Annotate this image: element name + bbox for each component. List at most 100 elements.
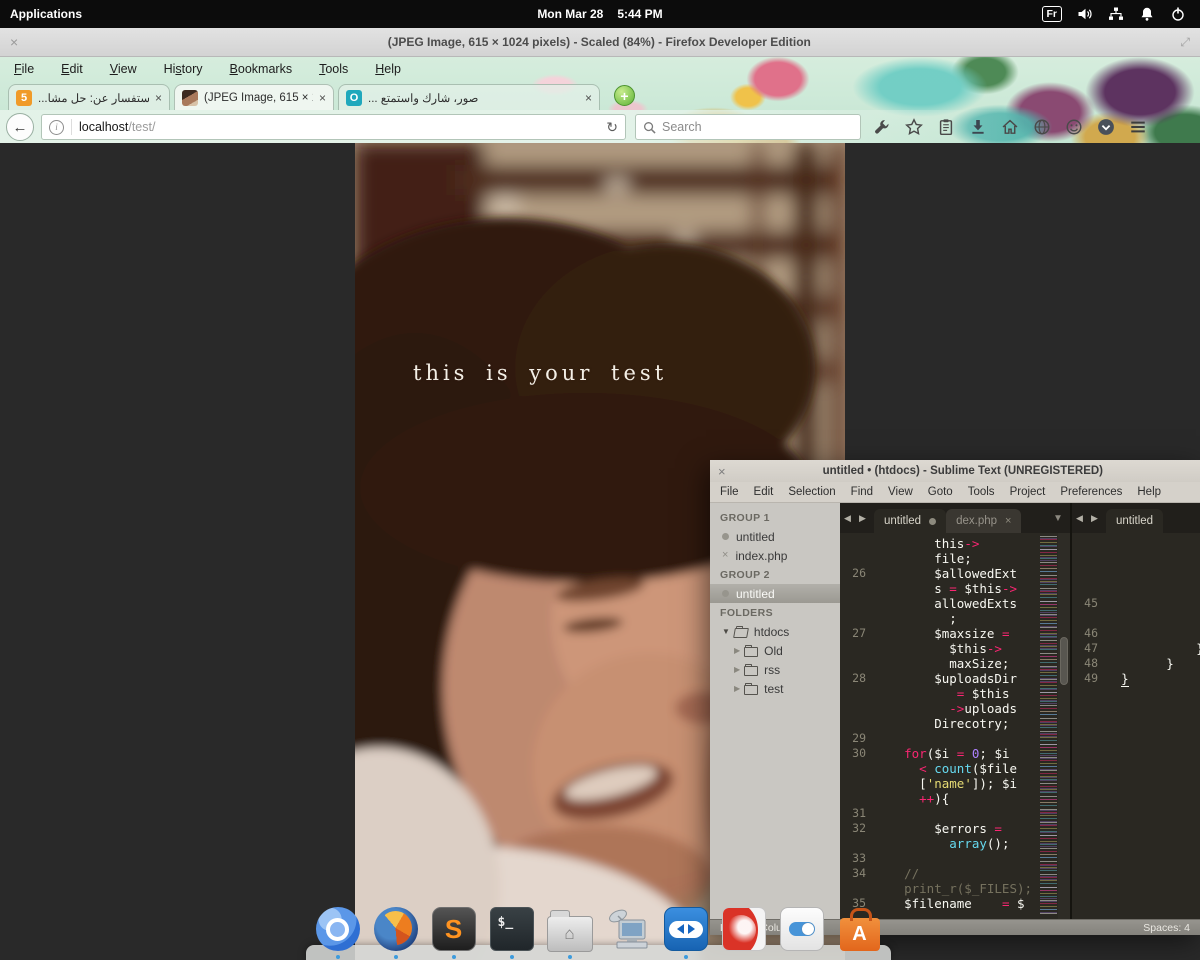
clipboard-icon[interactable] bbox=[937, 118, 955, 136]
new-tab-button[interactable]: + bbox=[614, 85, 635, 106]
menu-project[interactable]: Project bbox=[1010, 486, 1046, 498]
sidebar-item-untitled[interactable]: untitled bbox=[710, 527, 840, 546]
scrollbar[interactable] bbox=[1058, 533, 1070, 919]
expander-icon[interactable]: ▶ bbox=[734, 646, 740, 655]
back-button[interactable]: ← bbox=[6, 113, 34, 141]
menu-edit[interactable]: Edit bbox=[61, 62, 83, 76]
menu-goto[interactable]: Goto bbox=[928, 486, 953, 498]
expander-icon[interactable]: ▶ bbox=[734, 684, 740, 693]
tab-overflow-icon[interactable]: ▼ bbox=[1046, 503, 1070, 533]
code-line: Direcotry; bbox=[840, 716, 1070, 731]
menu-view[interactable]: View bbox=[110, 62, 137, 76]
editor-tab-dex.php[interactable]: dex.php× bbox=[946, 509, 1021, 533]
line-number bbox=[1072, 536, 1098, 551]
wrench-icon[interactable] bbox=[873, 118, 891, 136]
expander-icon[interactable]: ▼ bbox=[722, 627, 730, 636]
sidebar-item-index.php[interactable]: ×index.php bbox=[710, 546, 840, 565]
restore-window-icon[interactable]: ⤢ bbox=[1180, 35, 1190, 50]
dock-remote-desktop[interactable] bbox=[604, 905, 651, 953]
menu-help[interactable]: Help bbox=[375, 62, 401, 76]
sidebar-item-old[interactable]: ▶Old bbox=[710, 641, 840, 660]
menu-find[interactable]: Find bbox=[851, 486, 873, 498]
menu-bookmarks[interactable]: Bookmarks bbox=[230, 62, 293, 76]
browser-tab[interactable]: O... صور، شارك واستمتع× bbox=[338, 84, 600, 110]
running-indicator bbox=[394, 955, 398, 959]
menu-tools[interactable]: Tools bbox=[319, 62, 348, 76]
dock-files[interactable]: ⌂ bbox=[546, 905, 593, 953]
dock-firefox[interactable] bbox=[372, 905, 419, 953]
indent-setting[interactable]: Spaces: 4 bbox=[1143, 922, 1190, 934]
menu-file[interactable]: File bbox=[14, 62, 34, 76]
chevron-down-icon[interactable] bbox=[1097, 118, 1115, 136]
close-window-icon[interactable]: × bbox=[10, 35, 18, 49]
dock-sublime-text[interactable]: S bbox=[430, 905, 477, 953]
firefox-tabrow: 5...استفسار عن: حل مشا×(JPEG Image, 615 … bbox=[0, 81, 1200, 110]
sublime-editor: ◀ ▶ untitleddex.php× ▼ this-> file;26 $a… bbox=[840, 503, 1200, 919]
sidebar-item-rss[interactable]: ▶rss bbox=[710, 660, 840, 679]
menu-tools[interactable]: Tools bbox=[968, 486, 995, 498]
tab-scroll-left-icon[interactable]: ◀ bbox=[1072, 503, 1087, 533]
applications-menu[interactable]: Applications bbox=[10, 7, 82, 21]
menu-preferences[interactable]: Preferences bbox=[1060, 486, 1122, 498]
editor-tab-untitled[interactable]: untitled bbox=[874, 509, 946, 533]
line-number bbox=[840, 761, 866, 776]
keyboard-layout-indicator[interactable]: Fr bbox=[1042, 6, 1063, 22]
star-icon[interactable] bbox=[905, 118, 923, 136]
editor-pane-right: ◀ ▶ untitled 454647 }48 }49 } bbox=[1072, 503, 1200, 919]
code-editor-left[interactable]: this-> file;26 $allowedExt s = $this-> a… bbox=[840, 533, 1070, 922]
tab-close-icon[interactable]: × bbox=[155, 92, 162, 104]
network-icon[interactable] bbox=[1108, 6, 1124, 22]
menu-file[interactable]: File bbox=[720, 486, 739, 498]
power-icon[interactable] bbox=[1170, 6, 1186, 22]
firefox-titlebar: × (JPEG Image, 615 × 1024 pixels) - Scal… bbox=[0, 28, 1200, 57]
download-icon[interactable] bbox=[969, 118, 987, 136]
search-bar[interactable]: Search bbox=[635, 114, 861, 140]
scrollbar-thumb[interactable] bbox=[1060, 637, 1068, 685]
editor-tab-untitled[interactable]: untitled bbox=[1106, 509, 1163, 533]
code-line: 26 $allowedExt bbox=[840, 566, 1070, 581]
dock-terminal[interactable]: $_ bbox=[488, 905, 535, 953]
expander-icon[interactable]: ▶ bbox=[734, 665, 740, 674]
menu-history[interactable]: History bbox=[164, 62, 203, 76]
dock-chromium[interactable] bbox=[314, 905, 361, 953]
menu-help[interactable]: Help bbox=[1137, 486, 1161, 498]
tab-close-icon[interactable]: × bbox=[319, 92, 326, 104]
minimap[interactable] bbox=[1040, 536, 1057, 915]
smiley-icon[interactable] bbox=[1065, 118, 1083, 136]
tab-scroll-right-icon[interactable]: ▶ bbox=[855, 503, 870, 533]
menu-edit[interactable]: Edit bbox=[754, 486, 774, 498]
code-editor-right[interactable]: 454647 }48 }49 } bbox=[1072, 533, 1200, 922]
tab-close-icon[interactable]: × bbox=[1005, 516, 1011, 527]
url-bar[interactable]: i localhost/test/ ↻ bbox=[41, 114, 626, 140]
site-info-icon[interactable]: i bbox=[49, 120, 64, 135]
browser-tab[interactable]: (JPEG Image, 615 × 1024 p...× bbox=[174, 84, 334, 110]
tab-scroll-left-icon[interactable]: ◀ bbox=[840, 503, 855, 533]
reload-icon[interactable]: ↻ bbox=[606, 119, 618, 136]
folder-icon bbox=[744, 685, 758, 695]
menu-icon[interactable] bbox=[1129, 118, 1147, 136]
menu-view[interactable]: View bbox=[888, 486, 913, 498]
volume-icon[interactable] bbox=[1077, 6, 1093, 22]
editor-pane-left: ◀ ▶ untitleddex.php× ▼ this-> file;26 $a… bbox=[840, 503, 1072, 919]
globe-icon[interactable] bbox=[1033, 118, 1051, 136]
line-number bbox=[840, 656, 866, 671]
dock-red-app[interactable] bbox=[720, 905, 767, 953]
close-window-icon[interactable]: × bbox=[718, 465, 726, 478]
menu-selection[interactable]: Selection bbox=[788, 486, 835, 498]
line-number bbox=[1072, 566, 1098, 581]
dock-software-center[interactable]: A bbox=[836, 905, 883, 953]
code-text bbox=[1098, 581, 1106, 596]
clock[interactable]: Mon Mar 28 5:44 PM bbox=[537, 7, 662, 21]
tab-close-icon[interactable]: × bbox=[585, 92, 592, 104]
dock-tweaks[interactable] bbox=[778, 905, 825, 953]
close-file-icon[interactable]: × bbox=[722, 550, 728, 561]
sidebar-item-untitled[interactable]: untitled bbox=[710, 584, 840, 603]
sidebar-item-test[interactable]: ▶test bbox=[710, 679, 840, 698]
notifications-icon[interactable] bbox=[1139, 6, 1155, 22]
browser-tab[interactable]: 5...استفسار عن: حل مشا× bbox=[8, 84, 170, 110]
dock-teamviewer[interactable] bbox=[662, 905, 709, 953]
sidebar-item-htdocs[interactable]: ▼htdocs bbox=[710, 622, 840, 641]
home-icon[interactable] bbox=[1001, 118, 1019, 136]
running-indicator bbox=[684, 955, 688, 959]
tab-scroll-right-icon[interactable]: ▶ bbox=[1087, 503, 1102, 533]
